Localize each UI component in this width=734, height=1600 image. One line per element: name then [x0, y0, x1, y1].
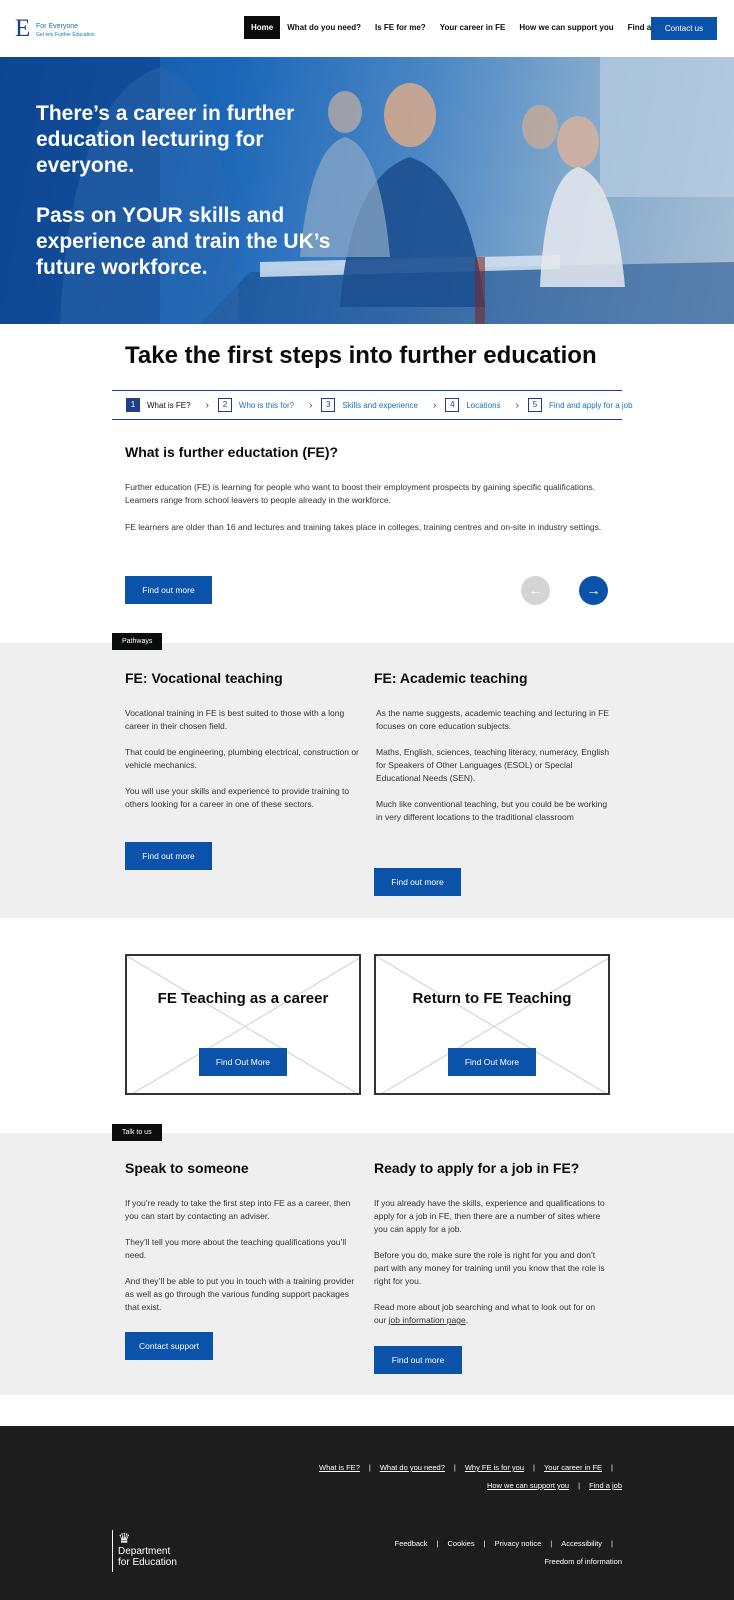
- footer-links-row-2: How we can support you | Find a job: [486, 1481, 622, 1490]
- what-is-fe-para-2: FE learners are older than 16 and lectur…: [125, 522, 602, 532]
- apply-para-2: Before you do, make sure the role is rig…: [374, 1250, 605, 1286]
- step-number: 3: [321, 398, 336, 412]
- logo-title: For Everyone: [36, 23, 79, 30]
- dfe-logo[interactable]: ♛ Department for Education: [112, 1530, 177, 1572]
- what-is-fe-para-1: Further education (FE) is learning for p…: [125, 482, 596, 505]
- what-is-fe-heading: What is further eductation (FE)?: [125, 444, 339, 460]
- footer-link-support[interactable]: How we can support you: [487, 1481, 569, 1490]
- apply-para-3-end: .: [465, 1315, 469, 1325]
- footer-link-privacy[interactable]: Privacy notice: [495, 1539, 542, 1548]
- logo-letter: E: [15, 15, 31, 42]
- step-5[interactable]: 5 Find and apply for a job: [527, 398, 633, 412]
- step-number: 1: [126, 398, 140, 412]
- card-title: Return to FE Teaching: [412, 990, 572, 1007]
- step-navigation: 1 What is FE? › 2 Who is this for? › 3 S…: [112, 390, 633, 420]
- apply-text: If you already have the skills, experien…: [374, 1197, 609, 1327]
- apply-para-1: If you already have the skills, experien…: [374, 1198, 605, 1234]
- vocational-find-out-more-button[interactable]: Find out more: [125, 842, 212, 870]
- card-fe-teaching-career[interactable]: FE Teaching as a career Find Out More: [125, 954, 361, 1095]
- speak-para-2: They’ll tell you more about the teaching…: [125, 1237, 347, 1260]
- academic-para-2: Maths, English, sciences, teaching liter…: [376, 747, 610, 783]
- chevron-right-icon: ›: [205, 399, 209, 411]
- footer-link-feedback[interactable]: Feedback: [395, 1539, 428, 1548]
- card-title: FE Teaching as a career: [157, 990, 329, 1007]
- logo-subtitle: Get into Further Education: [36, 32, 95, 38]
- step-1[interactable]: 1 What is FE?: [126, 398, 191, 412]
- vocational-para-3: You will use your skills and experience …: [125, 786, 350, 809]
- academic-text: As the name suggests, academic teaching …: [376, 707, 611, 824]
- academic-para-1: As the name suggests, academic teaching …: [376, 708, 609, 731]
- arrow-left-icon[interactable]: ←: [521, 576, 550, 605]
- site-header: E For Everyone Get into Further Educatio…: [0, 0, 734, 57]
- step-label: Who is this for?: [238, 400, 295, 410]
- pathways-section: [0, 643, 734, 918]
- step-number: 4: [445, 398, 460, 412]
- speak-para-1: If you’re ready to take the first step i…: [125, 1198, 351, 1221]
- contact-us-button[interactable]: Contact us: [651, 17, 717, 40]
- footer-link-why-fe[interactable]: Why FE is for you: [465, 1463, 524, 1472]
- footer-link-your-career[interactable]: Your career in FE: [544, 1463, 602, 1472]
- hero-line-1: There’s a career in further education le…: [36, 102, 295, 177]
- footer-link-foi[interactable]: Freedom of information: [544, 1557, 622, 1566]
- chevron-right-icon: ›: [433, 399, 437, 411]
- academic-find-out-more-button[interactable]: Find out more: [374, 868, 461, 896]
- footer-link-accessibility[interactable]: Accessibility: [561, 1539, 602, 1548]
- card-return-to-fe[interactable]: Return to FE Teaching Find Out More: [374, 954, 610, 1095]
- step-number: 2: [217, 398, 232, 412]
- speak-para-3: And they’ll be able to put you in touch …: [125, 1276, 355, 1312]
- job-information-link[interactable]: job information page: [389, 1315, 466, 1325]
- academic-para-3: Much like conventional teaching, but you…: [376, 799, 608, 822]
- step-2[interactable]: 2 Who is this for?: [217, 398, 295, 412]
- apply-heading: Ready to apply for a job in FE?: [374, 1160, 580, 1176]
- hero-line-2: Pass on YOUR skills and experience and t…: [36, 204, 331, 279]
- nav-home[interactable]: Home: [244, 16, 281, 39]
- footer-links-row-4: Freedom of information: [544, 1557, 622, 1566]
- steps-title: Take the first steps into further educat…: [125, 342, 597, 369]
- footer-link-what-do-you-need[interactable]: What do you need?: [380, 1463, 445, 1472]
- vocational-heading: FE: Vocational teaching: [125, 670, 283, 686]
- talk-tag: Talk to us: [112, 1124, 162, 1141]
- card-find-out-more-button[interactable]: Find Out More: [199, 1048, 287, 1076]
- apply-para-3: Read more about job searching and what t…: [374, 1301, 609, 1327]
- chevron-right-icon: ›: [515, 399, 519, 411]
- footer-links-row-3: Feedback | Cookies | Privacy notice | Acces…: [394, 1539, 613, 1548]
- site-footer: What is FE? | What do you need? | Why FE i…: [0, 1426, 734, 1600]
- dfe-line-2: for Education: [118, 1557, 177, 1568]
- nav-your-career[interactable]: Your career in FE: [433, 16, 513, 39]
- step-label: Find and apply for a job: [548, 400, 633, 410]
- dfe-line-1: Department: [118, 1546, 171, 1557]
- hero-banner: There’s a career in further education le…: [0, 57, 734, 324]
- step-number: 5: [527, 398, 542, 412]
- arrow-right-icon[interactable]: →: [579, 576, 608, 605]
- footer-link-what-is-fe[interactable]: What is FE?: [319, 1463, 360, 1472]
- step-label: Locations: [466, 400, 501, 410]
- speak-text: If you’re ready to take the first step i…: [125, 1197, 360, 1314]
- talk-section: [0, 1133, 734, 1395]
- find-out-more-button[interactable]: Find out more: [125, 576, 212, 604]
- nav-what-do-you-need[interactable]: What do you need?: [280, 16, 368, 39]
- vocational-text: Vocational training in FE is best suited…: [125, 707, 360, 811]
- nav-is-fe-for-me[interactable]: Is FE for me?: [368, 16, 433, 39]
- hero-text: There’s a career in further education le…: [36, 101, 366, 281]
- site-logo[interactable]: E For Everyone Get into Further Educatio…: [15, 15, 105, 42]
- vocational-para-2: That could be engineering, plumbing elec…: [125, 747, 359, 770]
- pathways-tag: Pathways: [112, 633, 163, 650]
- step-3[interactable]: 3 Skills and experience: [321, 398, 418, 412]
- contact-support-button[interactable]: Contact support: [125, 1332, 213, 1360]
- speak-heading: Speak to someone: [125, 1160, 249, 1176]
- card-find-out-more-button[interactable]: Find Out More: [448, 1048, 536, 1076]
- nav-support[interactable]: How we can support you: [512, 16, 620, 39]
- footer-link-cookies[interactable]: Cookies: [448, 1539, 475, 1548]
- footer-link-find-job[interactable]: Find a job: [589, 1481, 622, 1490]
- apply-find-out-more-button[interactable]: Find out more: [374, 1346, 462, 1374]
- crest-icon: ♛: [118, 1530, 131, 1546]
- vocational-para-1: Vocational training in FE is best suited…: [125, 708, 345, 731]
- chevron-right-icon: ›: [309, 399, 313, 411]
- main-nav: Home What do you need? Is FE for me? You…: [244, 16, 672, 39]
- step-label: What is FE?: [147, 400, 191, 410]
- step-4[interactable]: 4 Locations: [445, 398, 501, 412]
- step-label: Skills and experience: [342, 400, 419, 410]
- footer-links-row-1: What is FE? | What do you need? | Why FE i…: [319, 1463, 613, 1472]
- academic-heading: FE: Academic teaching: [374, 670, 528, 686]
